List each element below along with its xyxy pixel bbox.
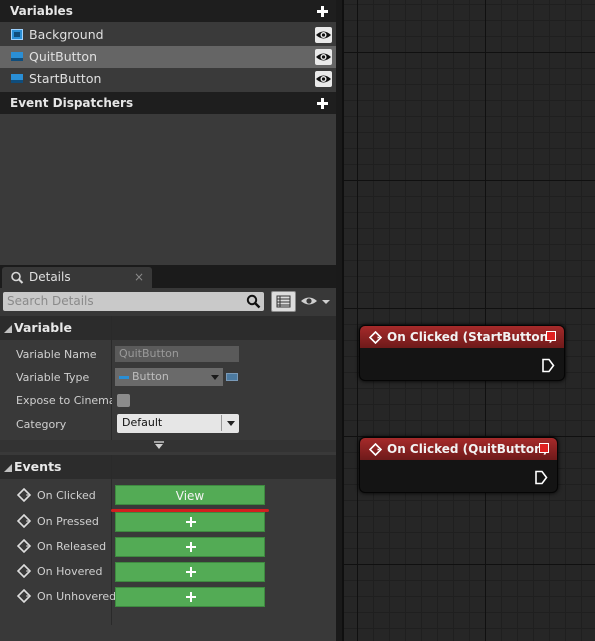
my-blueprint-panel: Variables Background QuitButton StartBut… <box>0 0 338 641</box>
event-diamond-icon <box>369 331 382 344</box>
add-on-unhovered-button[interactable] <box>115 587 265 607</box>
variable-type-dropdown[interactable]: Button <box>115 368 223 386</box>
view-on-clicked-button[interactable]: View <box>115 485 265 505</box>
visibility-eye-icon[interactable] <box>315 27 332 43</box>
details-search-row: Search Details <box>0 288 336 316</box>
combo-separator <box>221 415 222 431</box>
node-on-clicked-quitbutton[interactable]: On Clicked (QuitButton) <box>359 437 558 493</box>
node-on-clicked-startbutton[interactable]: On Clicked (StartButton) <box>359 325 565 381</box>
plus-icon <box>186 517 196 527</box>
event-on-unhovered-label: On Unhovered <box>37 590 117 603</box>
node-header: On Clicked (StartButton) <box>360 326 564 348</box>
variable-name-field[interactable]: QuitButton <box>115 346 239 362</box>
expand-arrow-icon <box>154 441 164 449</box>
category-variable-title: Variable <box>14 320 73 335</box>
event-diamond-icon <box>369 443 382 456</box>
chevron-down-icon <box>227 421 235 426</box>
search-details-input[interactable]: Search Details <box>3 292 264 311</box>
category-events-header[interactable]: Events <box>0 455 336 479</box>
variable-type-value: Button <box>132 370 169 383</box>
close-icon[interactable]: × <box>134 267 144 288</box>
category-variable-header[interactable]: Variable <box>0 316 336 340</box>
add-event-dispatcher-button[interactable] <box>314 95 330 111</box>
variable-name: QuitButton <box>29 49 98 64</box>
details-tab-bar: Details × <box>0 265 336 288</box>
search-icon <box>246 294 261 309</box>
property-matrix-button[interactable] <box>271 291 296 312</box>
delegate-pin-icon[interactable] <box>539 443 549 453</box>
container-type-icon[interactable] <box>226 373 238 381</box>
category-events-title: Events <box>14 459 62 474</box>
add-variable-button[interactable] <box>314 3 330 19</box>
add-on-released-button[interactable] <box>115 537 265 557</box>
category-value: Default <box>122 416 163 429</box>
expose-cinematics-label: Expose to Cinemat <box>16 394 112 407</box>
node-title: On Clicked (StartButton) <box>387 330 554 344</box>
event-diamond-icon <box>17 589 31 603</box>
event-on-released-label: On Released <box>37 540 107 553</box>
grid-view-icon <box>276 295 291 308</box>
collapse-triangle-icon <box>4 464 12 472</box>
chevron-down-icon <box>211 375 219 380</box>
variable-type-icon <box>11 29 23 40</box>
event-on-clicked-label: On Clicked <box>37 489 96 502</box>
category-combo[interactable]: Default <box>117 414 239 433</box>
event-diamond-icon <box>17 514 31 528</box>
variable-item-background[interactable]: Background <box>0 24 336 46</box>
delegate-pin-icon[interactable] <box>546 331 556 341</box>
category-label: Category <box>16 418 67 431</box>
event-diamond-icon <box>17 488 31 502</box>
expose-cinematics-checkbox[interactable] <box>117 394 130 407</box>
variables-header[interactable]: Variables <box>0 0 336 22</box>
variable-item-quitbutton[interactable]: QuitButton <box>0 46 336 68</box>
collapse-triangle-icon <box>4 325 12 333</box>
type-color-pill-icon <box>119 376 129 379</box>
plus-icon <box>186 567 196 577</box>
variable-type-label: Variable Type <box>16 371 90 384</box>
node-title: On Clicked (QuitButton) <box>387 442 549 456</box>
variable-item-startbutton[interactable]: StartButton <box>0 68 336 90</box>
view-options-eye-icon[interactable] <box>300 294 332 313</box>
plus-icon <box>186 592 196 602</box>
search-placeholder: Search Details <box>7 294 94 308</box>
event-graph-canvas[interactable]: On Clicked (StartButton) On Clicked (Qui… <box>344 0 595 641</box>
visibility-eye-icon[interactable] <box>315 71 332 87</box>
variables-header-label: Variables <box>10 4 73 18</box>
event-diamond-icon <box>17 539 31 553</box>
details-magnifier-icon <box>11 271 24 284</box>
variable-name-label: Variable Name <box>16 348 97 361</box>
add-on-hovered-button[interactable] <box>115 562 265 582</box>
variable-name: Background <box>29 27 104 42</box>
plus-icon <box>186 542 196 552</box>
advanced-expander[interactable] <box>0 440 336 452</box>
tab-details[interactable]: Details × <box>2 267 152 288</box>
event-dispatchers-header-label: Event Dispatchers <box>10 96 134 110</box>
exec-output-pin-icon[interactable] <box>534 470 548 485</box>
node-header: On Clicked (QuitButton) <box>360 438 557 460</box>
event-diamond-icon <box>17 564 31 578</box>
event-on-pressed-label: On Pressed <box>37 515 99 528</box>
event-dispatchers-header[interactable]: Event Dispatchers <box>0 92 336 114</box>
exec-output-pin-icon[interactable] <box>541 358 555 373</box>
variable-type-icon <box>11 74 23 83</box>
add-on-pressed-button[interactable] <box>115 512 265 532</box>
annotation-underline <box>111 509 269 512</box>
variable-name: StartButton <box>29 71 102 86</box>
variable-type-icon <box>11 52 23 61</box>
visibility-eye-icon[interactable] <box>315 49 332 65</box>
tab-details-label: Details <box>29 270 71 284</box>
event-on-hovered-label: On Hovered <box>37 565 103 578</box>
